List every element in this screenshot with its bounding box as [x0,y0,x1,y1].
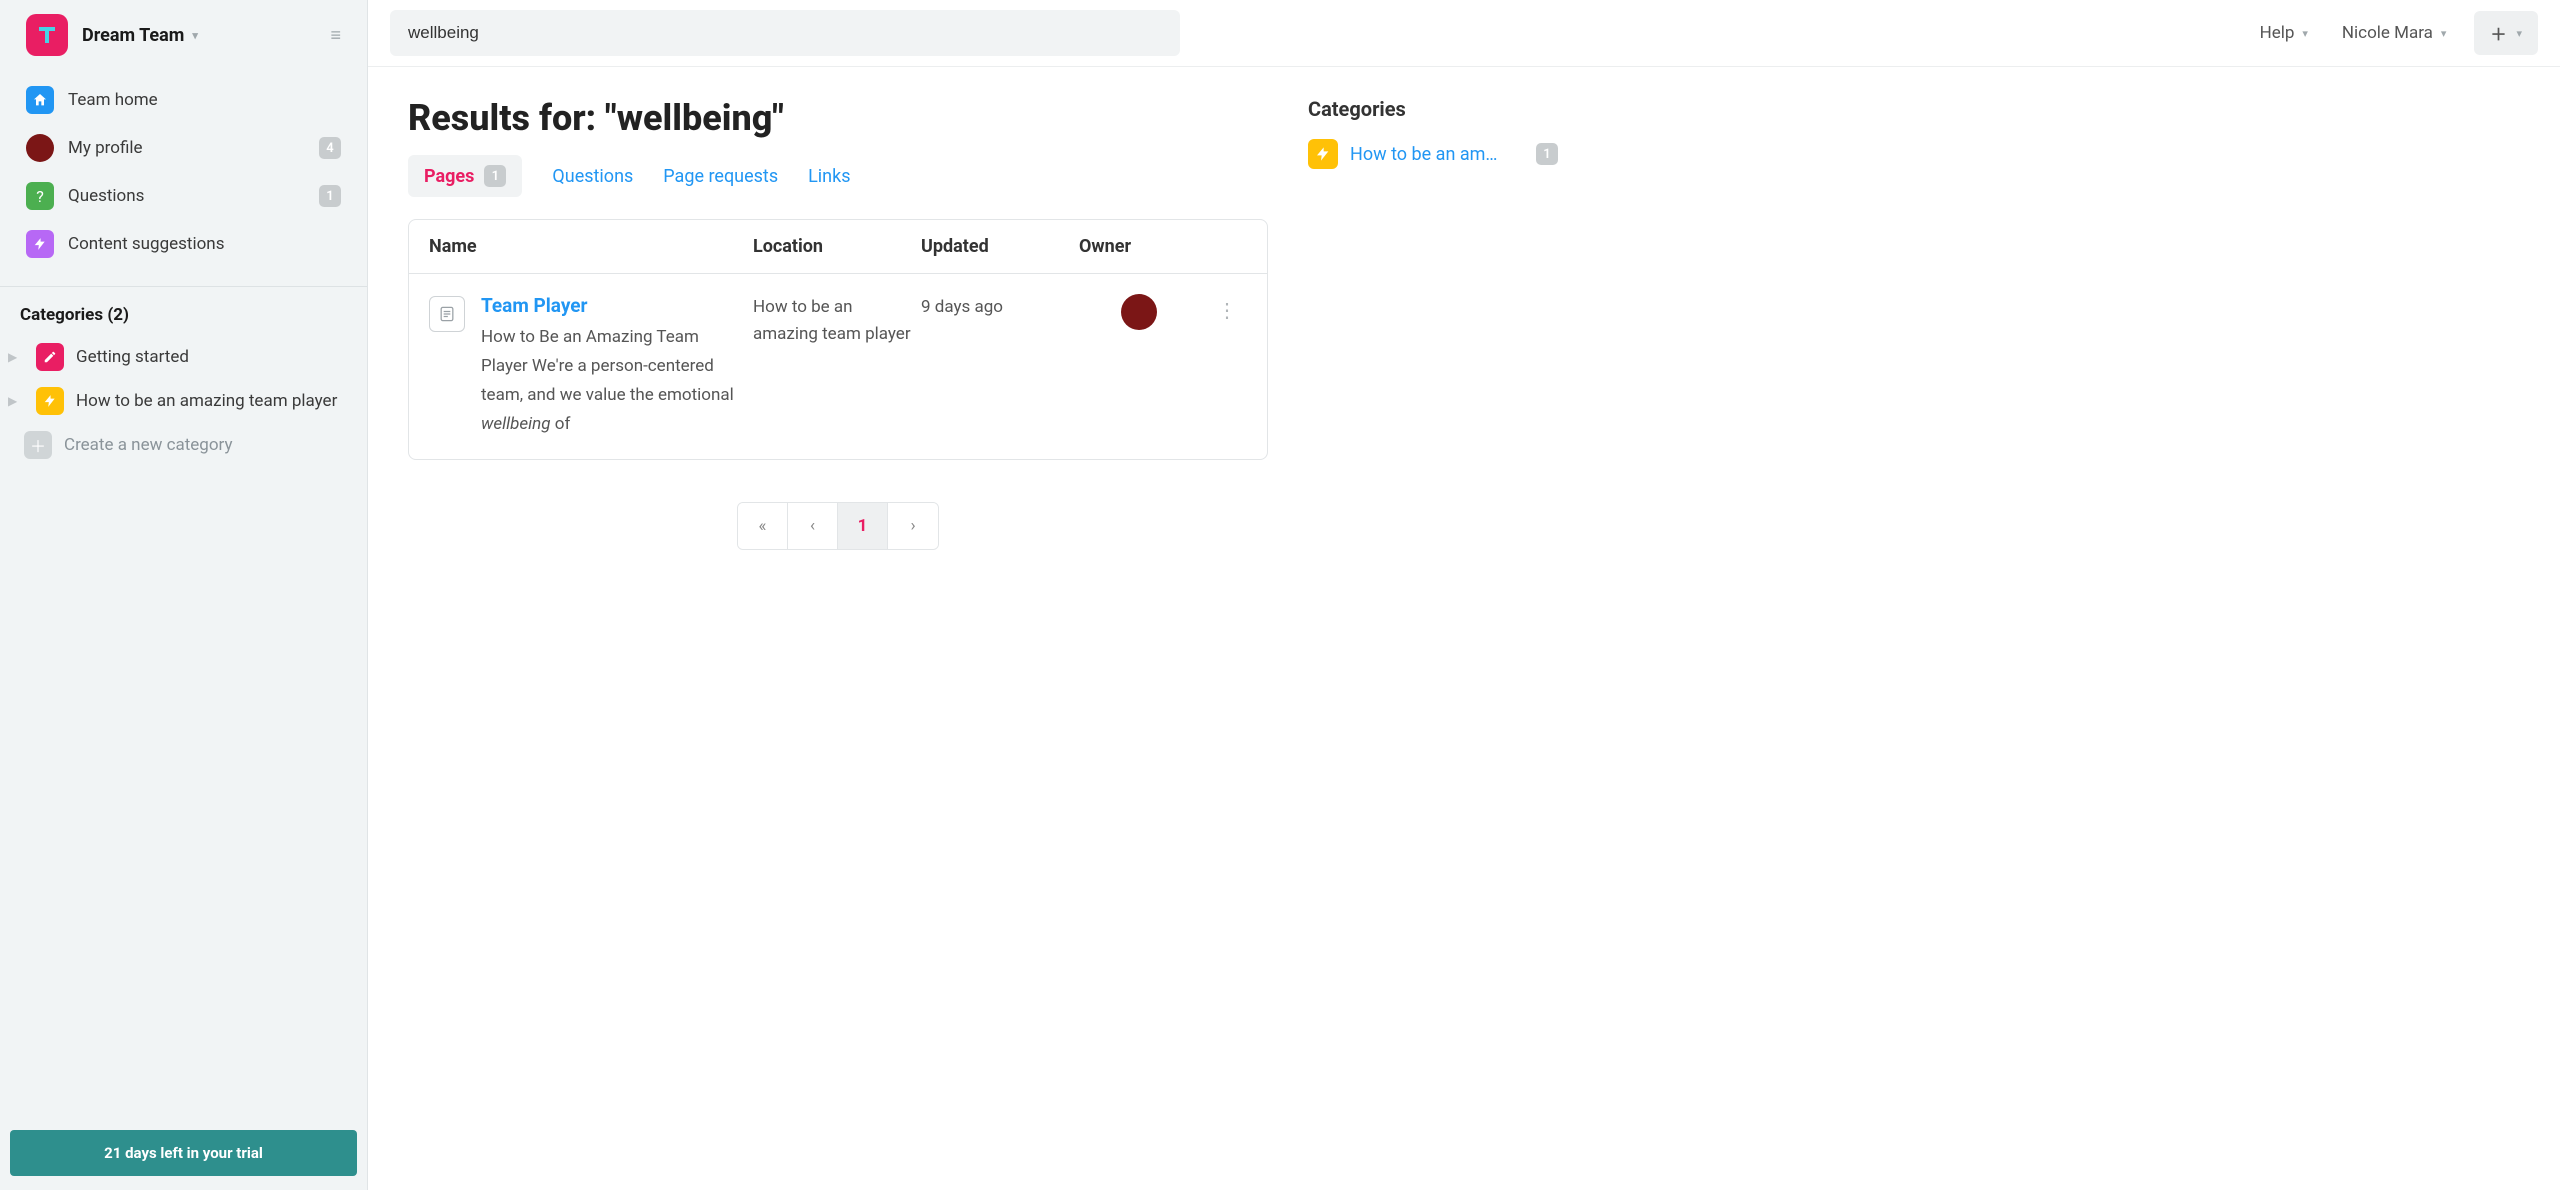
categories-heading: Categories (2) [0,287,367,335]
bolt-icon [36,387,64,415]
result-location: How to be an amazing team player [753,294,913,348]
col-updated: Updated [921,236,1071,257]
page-current[interactable]: 1 [838,503,888,549]
category-getting-started[interactable]: ▶ Getting started [0,335,367,379]
col-name: Name [429,236,745,257]
row-actions-menu[interactable]: ⋮ [1207,294,1247,322]
badge-count: 1 [484,165,506,187]
badge-count: 1 [319,185,341,207]
question-icon: ? [26,182,54,210]
result-tabs: Pages 1 Questions Page requests Links [408,155,1268,197]
tab-links[interactable]: Links [808,156,850,197]
result-title-link[interactable]: Team Player [481,294,745,317]
user-menu[interactable]: Nicole Mara ▾ [2336,15,2453,51]
bolt-icon [26,230,54,258]
sidebar-item-content-suggestions[interactable]: Content suggestions [12,220,355,268]
chevron-down-icon: ▾ [192,29,198,42]
bolt-icon [1308,139,1338,169]
sidebar-item-team-home[interactable]: Team home [12,76,355,124]
trial-banner[interactable]: 21 days left in your trial [10,1130,357,1176]
results-title: Results for: "wellbeing" [408,97,1268,139]
team-switcher[interactable]: Dream Team ▾ [82,25,198,46]
page-prev[interactable]: ‹ [788,503,838,549]
sidebar-menu-toggle[interactable]: ≡ [324,19,347,52]
home-icon [26,86,54,114]
avatar-icon [26,134,54,162]
table-row: Team Player How to Be an Amazing Team Pl… [409,274,1267,459]
app-logo[interactable] [26,14,68,56]
plus-icon: ＋ [24,431,52,459]
help-menu[interactable]: Help ▾ [2254,15,2314,51]
badge-count: 4 [319,137,341,159]
pencil-icon [36,343,64,371]
team-name-label: Dream Team [82,25,184,46]
results-table: Name Location Updated Owner Team Play [408,219,1268,460]
sidebar: Dream Team ▾ ≡ Team home My profile 4 ? … [0,0,368,1190]
side-category-item[interactable]: How to be an am… 1 [1308,139,1558,169]
page-first[interactable]: « [738,503,788,549]
side-category-label: How to be an am… [1350,144,1524,165]
topbar: Help ▾ Nicole Mara ▾ ＋ ▾ [368,0,2560,67]
sidebar-item-label: My profile [68,138,143,158]
chevron-down-icon: ▾ [2441,27,2447,40]
sidebar-item-my-profile[interactable]: My profile 4 [12,124,355,172]
tab-questions[interactable]: Questions [552,156,633,197]
plus-icon: ＋ [2490,21,2506,45]
page-next[interactable]: › [888,503,938,549]
category-amazing-team-player[interactable]: ▶ How to be an amazing team player [0,379,367,423]
col-owner: Owner [1079,236,1199,257]
sidebar-item-label: Content suggestions [68,234,224,254]
result-snippet: How to Be an Amazing Team Player We're a… [481,323,745,439]
create-category-button[interactable]: ＋ Create a new category [0,423,367,467]
sidebar-item-label: Team home [68,90,158,110]
badge-count: 1 [1536,143,1558,165]
create-category-label: Create a new category [64,435,233,455]
sidebar-item-questions[interactable]: ? Questions 1 [12,172,355,220]
owner-avatar[interactable] [1121,294,1157,330]
triangle-right-icon: ▶ [8,394,24,408]
chevron-down-icon: ▾ [2516,27,2522,40]
pagination: « ‹ 1 › [408,502,1268,550]
page-icon [429,296,465,332]
chevron-down-icon: ▾ [2302,27,2308,40]
result-updated: 9 days ago [921,294,1071,321]
side-categories-heading: Categories [1308,97,1558,121]
triangle-right-icon: ▶ [8,350,24,364]
tab-pages[interactable]: Pages 1 [408,155,522,197]
category-label: How to be an amazing team player [76,391,337,411]
col-location: Location [753,236,913,257]
category-label: Getting started [76,347,189,367]
create-button[interactable]: ＋ ▾ [2474,11,2538,55]
tab-page-requests[interactable]: Page requests [663,156,778,197]
search-input[interactable] [390,10,1180,56]
sidebar-item-label: Questions [68,186,144,206]
main: Help ▾ Nicole Mara ▾ ＋ ▾ Results for: "w… [368,0,2560,1190]
